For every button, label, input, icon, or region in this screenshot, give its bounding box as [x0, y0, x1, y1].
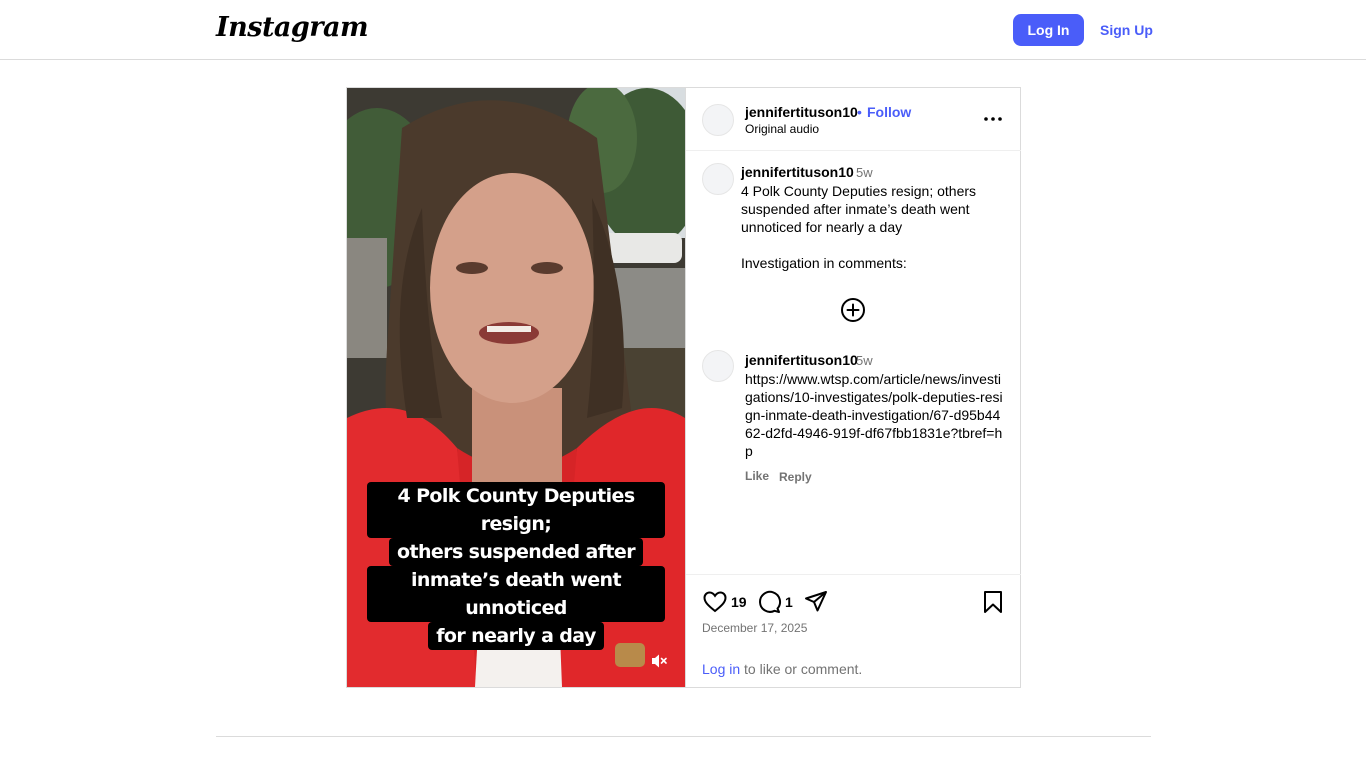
caption-text: 4 Polk County Deputies resign; others su… — [741, 183, 977, 271]
video-caption-overlay: 4 Polk County Deputies resign; others su… — [367, 482, 665, 650]
login-prompt: Log in to like or comment. — [702, 661, 862, 677]
post-video[interactable]: 4 Polk County Deputies resign; others su… — [347, 88, 685, 687]
comment-reply-button[interactable]: Reply — [779, 470, 812, 484]
log-in-button[interactable]: Log In — [1013, 14, 1084, 46]
video-caption-line: inmate’s death went unnoticed — [367, 566, 665, 622]
audio-label[interactable]: Original audio — [745, 122, 819, 136]
post-side-panel: jennifertituson10 • Follow Original audi… — [685, 88, 1021, 687]
comment-like-button[interactable]: Like — [745, 469, 769, 483]
comment-username[interactable]: jennifertituson10 — [745, 352, 858, 368]
video-caption-line: 4 Polk County Deputies resign; — [367, 482, 665, 538]
mute-icon[interactable] — [649, 651, 669, 671]
follow-button[interactable]: Follow — [867, 104, 911, 120]
bookmark-icon[interactable] — [980, 589, 1006, 615]
more-horizontal-icon[interactable] — [982, 110, 1004, 128]
share-icon[interactable] — [803, 589, 829, 615]
avatar[interactable] — [702, 163, 734, 195]
separator-dot: • — [857, 104, 862, 120]
post-actions: 19 1 December 17, 2025 Log in to like or… — [686, 574, 1021, 687]
sign-up-link[interactable]: Sign Up — [1100, 14, 1153, 46]
heart-icon[interactable] — [702, 589, 728, 615]
video-caption-line: for nearly a day — [428, 622, 604, 650]
post-header: jennifertituson10 • Follow Original audi… — [686, 88, 1021, 151]
comment-count: 1 — [785, 594, 793, 610]
avatar[interactable] — [702, 104, 734, 136]
post-author-username[interactable]: jennifertituson10 — [745, 104, 858, 120]
comment-link-text[interactable]: https://www.wtsp.com/article/news/invest… — [745, 370, 1007, 460]
top-nav-bar: Instagram Log In Sign Up — [0, 0, 1366, 60]
add-circle-icon[interactable] — [840, 297, 866, 323]
login-link[interactable]: Log in — [702, 661, 740, 677]
footer-divider — [216, 736, 1151, 737]
login-prompt-text: to like or comment. — [740, 661, 863, 677]
comment-timestamp: 5w — [856, 353, 873, 368]
post-card: 4 Polk County Deputies resign; others su… — [346, 87, 1021, 688]
comment-icon[interactable] — [756, 589, 782, 615]
video-caption-line: others suspended after — [389, 538, 643, 566]
caption-timestamp: 5w — [856, 165, 873, 180]
likes-count: 19 — [731, 594, 747, 610]
instagram-logo[interactable]: Instagram — [216, 12, 369, 43]
post-date: December 17, 2025 — [702, 621, 808, 635]
avatar[interactable] — [702, 350, 734, 382]
comments-section[interactable]: jennifertituson10 5w 4 Polk County Deput… — [686, 151, 1021, 574]
caption-username[interactable]: jennifertituson10 — [741, 164, 854, 180]
